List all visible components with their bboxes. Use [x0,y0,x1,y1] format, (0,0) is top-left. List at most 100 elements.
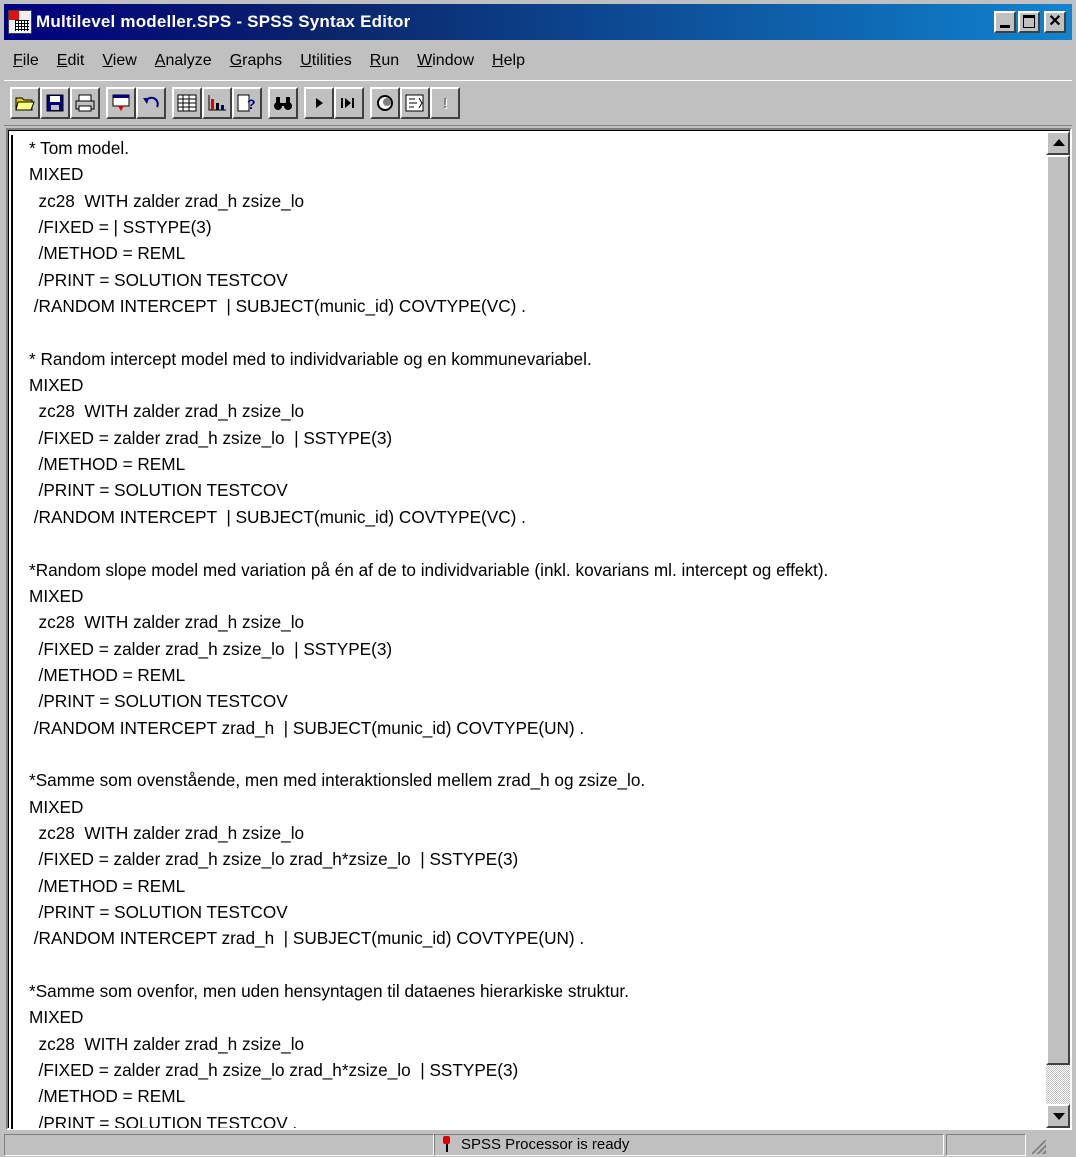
run-current-button[interactable] [304,87,334,119]
syntax-line[interactable]: zc28 WITH zalder zrad_h zsize_lo [29,820,1040,846]
syntax-line[interactable]: zc28 WITH zalder zrad_h zsize_lo [29,609,1040,635]
find-button[interactable] [268,87,298,119]
title-bar[interactable]: Multilevel modeller.SPS - SPSS Syntax Ed… [4,4,1072,40]
goto-data-button[interactable] [172,87,202,119]
syntax-line[interactable]: /PRINT = SOLUTION TESTCOV [29,688,1040,714]
status-panel-left [4,1133,434,1156]
menu-window[interactable]: Window [408,44,483,78]
syntax-line[interactable]: /FIXED = | SSTYPE(3) [29,214,1040,240]
syntax-line[interactable]: /RANDOM INTERCEPT zrad_h | SUBJECT(munic… [29,715,1040,741]
syntax-editor-window: Multilevel modeller.SPS - SPSS Syntax Ed… [0,0,1076,1157]
syntax-line[interactable]: zc28 WITH zalder zrad_h zsize_lo [29,1031,1040,1057]
syntax-line[interactable] [29,319,1040,345]
syntax-line[interactable]: MIXED [29,794,1040,820]
undo-icon [143,96,159,108]
close-icon: ✕ [1048,13,1062,30]
help-button[interactable]: ! [430,87,460,119]
syntax-line[interactable]: MIXED [29,583,1040,609]
syntax-line[interactable]: /METHOD = REML [29,240,1040,266]
run-all-button[interactable] [334,87,364,119]
syntax-line[interactable]: *Samme som ovenstående, men med interakt… [29,767,1040,793]
minimize-button[interactable] [994,11,1016,33]
open-folder-icon [15,97,35,111]
syntax-line[interactable]: /PRINT = SOLUTION TESTCOV [29,477,1040,503]
menu-bar: File Edit View Analyze Graphs Utilities … [4,44,534,78]
syntax-line[interactable]: zc28 WITH zalder zrad_h zsize_lo [29,188,1040,214]
save-disk-icon [46,94,64,112]
resize-grip-icon[interactable] [1032,1139,1046,1154]
goto-data-icon [177,94,197,112]
syntax-line[interactable]: /FIXED = zalder zrad_h zsize_lo zrad_h*z… [29,846,1040,872]
syntax-line[interactable] [29,952,1040,978]
scroll-thumb[interactable] [1046,155,1070,1065]
goto-chart-button[interactable] [202,87,232,119]
status-message: SPSS Processor is ready [461,1136,630,1153]
syntax-line[interactable] [29,741,1040,767]
spss-app-icon[interactable] [8,10,32,34]
syntax-line[interactable] [29,530,1040,556]
save-button[interactable] [40,87,70,119]
processor-status-icon [437,1135,457,1155]
syntax-text[interactable]: * Tom model. MIXED zc28 WITH zalder zrad_… [29,135,1040,1128]
designate-window-icon [405,94,424,112]
syntax-line[interactable]: *Samme som ovenfor, men uden hensyntagen… [29,978,1040,1004]
syntax-line[interactable]: /FIXED = zalder zrad_h zsize_lo | SSTYPE… [29,425,1040,451]
toolbar: ? ! [4,80,1072,126]
menu-graphs[interactable]: Graphs [221,44,291,78]
menu-analyze[interactable]: Analyze [146,44,221,78]
scroll-down-button[interactable] [1046,1104,1070,1128]
syntax-line[interactable]: /METHOD = REML [29,451,1040,477]
status-panel-processor: SPSS Processor is ready [434,1133,944,1156]
run-all-icon [341,98,354,108]
syntax-line[interactable]: zc28 WITH zalder zrad_h zsize_lo [29,398,1040,424]
syntax-line[interactable]: /PRINT = SOLUTION TESTCOV . [29,1110,1040,1128]
find-icon [274,97,292,110]
syntax-line[interactable]: /METHOD = REML [29,873,1040,899]
vertical-scrollbar[interactable] [1046,131,1070,1128]
syntax-line[interactable]: /PRINT = SOLUTION TESTCOV [29,899,1040,925]
syntax-line[interactable]: /METHOD = REML [29,1083,1040,1109]
open-button[interactable] [10,87,40,119]
menu-edit[interactable]: Edit [48,44,94,78]
dialog-recall-button[interactable] [106,87,136,119]
syntax-line[interactable]: MIXED [29,372,1040,398]
menu-utilities[interactable]: Utilities [291,44,361,78]
syntax-line[interactable]: /METHOD = REML [29,662,1040,688]
menu-view[interactable]: View [93,44,145,78]
status-panel-right [946,1133,1026,1156]
help-icon: ! [442,94,448,112]
close-button[interactable]: ✕ [1044,11,1066,33]
syntax-line[interactable]: /RANDOM INTERCEPT zrad_h | SUBJECT(munic… [29,925,1040,951]
svg-text:?: ? [247,96,256,112]
use-sets-icon [377,95,393,111]
syntax-line[interactable]: * Random intercept model med to individv… [29,346,1040,372]
syntax-line[interactable]: * Tom model. [29,135,1040,161]
variables-icon: ? [237,94,256,112]
menu-file[interactable]: File [4,44,48,78]
print-button[interactable] [70,87,100,119]
syntax-line[interactable]: /FIXED = zalder zrad_h zsize_lo | SSTYPE… [29,636,1040,662]
variables-button[interactable]: ? [232,87,262,119]
syntax-line[interactable]: /RANDOM INTERCEPT | SUBJECT(munic_id) CO… [29,293,1040,319]
window-title: Multilevel modeller.SPS - SPSS Syntax Ed… [36,12,411,31]
undo-button[interactable] [136,87,166,119]
status-bar: SPSS Processor is ready [4,1132,1072,1157]
syntax-line[interactable]: /PRINT = SOLUTION TESTCOV [29,267,1040,293]
scroll-up-button[interactable] [1046,131,1070,155]
syntax-editor-pane[interactable]: * Tom model. MIXED zc28 WITH zalder zrad_… [6,128,1072,1130]
syntax-line[interactable]: /RANDOM INTERCEPT | SUBJECT(munic_id) CO… [29,504,1040,530]
syntax-line[interactable]: /FIXED = zalder zrad_h zsize_lo zrad_h*z… [29,1057,1040,1083]
syntax-line[interactable]: *Random slope model med variation på én … [29,557,1040,583]
dialog-recall-icon [112,94,130,111]
menu-run[interactable]: Run [361,44,408,78]
maximize-button[interactable] [1018,11,1040,33]
designate-window-button[interactable] [400,87,430,119]
scroll-track[interactable] [1046,1065,1070,1104]
syntax-line[interactable]: MIXED [29,1004,1040,1030]
syntax-line[interactable]: MIXED [29,161,1040,187]
print-icon [75,94,95,112]
menu-help[interactable]: Help [483,44,534,78]
goto-chart-icon [208,95,226,111]
text-cursor [11,135,13,1129]
use-sets-button[interactable] [370,87,400,119]
